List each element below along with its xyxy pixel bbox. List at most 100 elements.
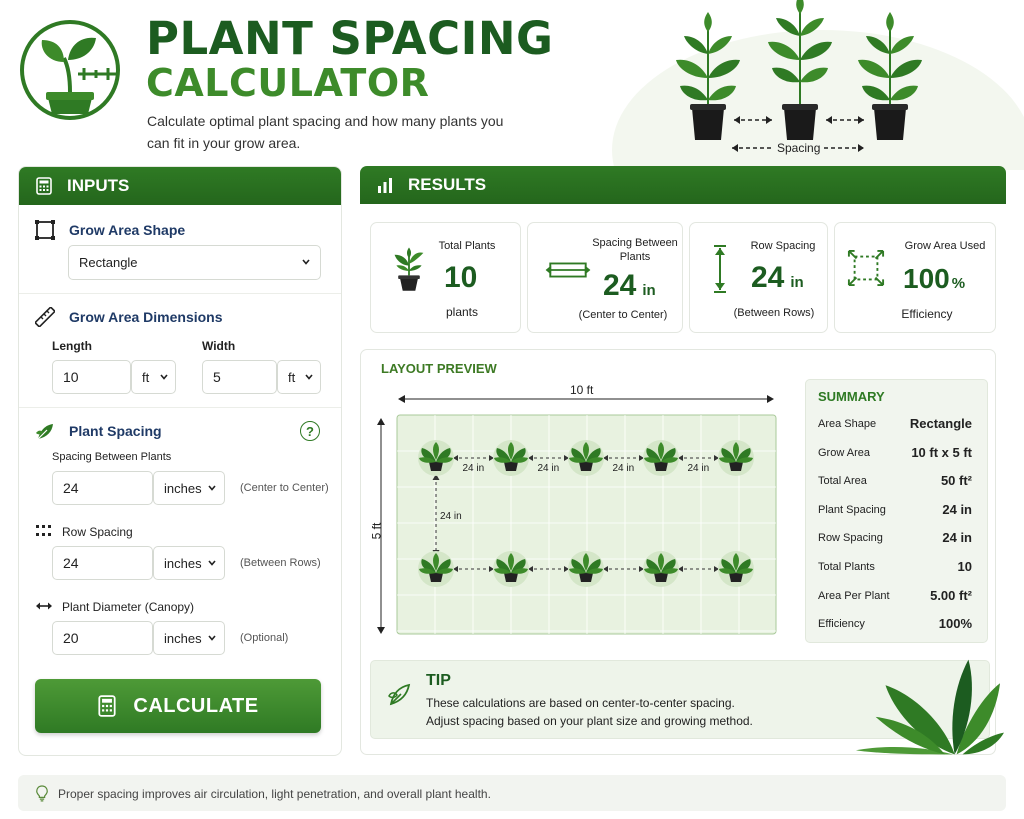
diameter-input[interactable]: 20: [52, 621, 153, 655]
layout-preview-diagram: [377, 395, 777, 635]
shape-select[interactable]: Rectangle: [68, 245, 321, 280]
dimensions-label: Grow Area Dimensions: [69, 309, 223, 325]
layout-spacing-label: 24 in: [612, 463, 635, 474]
summary-row-label: Grow Area: [818, 446, 870, 459]
area-used-card-number: 100: [903, 263, 950, 294]
row-spacing-card: Row Spacing 24 in (Between Rows): [689, 222, 828, 333]
spacing-card-value: 24 in: [603, 269, 656, 303]
row-spacing-card-sub: (Between Rows): [733, 307, 815, 319]
horizontal-arrow-icon: [545, 262, 591, 278]
dimensions-section-title: Grow Area Dimensions: [35, 307, 223, 327]
area-used-card: Grow Area Used 100% Efficiency: [834, 222, 996, 333]
area-expand-icon: [847, 249, 885, 287]
summary-row-value: 10: [957, 559, 972, 574]
layout-plant: [718, 551, 754, 587]
logo-icon: [20, 20, 120, 120]
shape-section-title: Grow Area Shape: [35, 220, 185, 240]
area-used-card-title: Grow Area Used: [904, 240, 986, 252]
tip-title: TIP: [426, 672, 451, 689]
ruler-icon: [35, 307, 55, 327]
results-panel-title: RESULTS: [408, 175, 487, 194]
length-label: Length: [52, 339, 92, 353]
calculator-icon: [98, 695, 116, 717]
divider: [19, 293, 341, 294]
leaf-icon: [36, 424, 53, 440]
chevron-down-icon: [305, 374, 313, 380]
total-plants-card: Total Plants 10 plants: [370, 222, 521, 333]
chevron-down-icon: [302, 259, 310, 265]
spacing-label: Plant Spacing: [69, 423, 162, 439]
between-plants-hint: (Center to Center): [240, 482, 329, 494]
chevron-down-icon: [208, 560, 216, 566]
inputs-panel-header: INPUTS: [19, 167, 341, 205]
summary-row-label: Plant Spacing: [818, 503, 886, 516]
layout-spacing-label: 24 in: [462, 463, 485, 474]
between-plants-label: Spacing Between Plants: [52, 451, 172, 463]
page-subtitle: Calculate optimal plant spacing and how …: [147, 113, 504, 151]
help-icon[interactable]: ?: [300, 421, 320, 441]
width-unit-select[interactable]: ft: [277, 360, 321, 394]
length-unit-value: ft: [142, 369, 150, 385]
leaves-decoration: [855, 659, 1004, 755]
calculate-button[interactable]: CALCULATE: [35, 679, 321, 733]
total-plants-title: Total Plants: [438, 240, 496, 252]
spacing-section-title: Plant Spacing: [35, 421, 162, 441]
width-unit-value: ft: [288, 369, 296, 385]
between-plants-unit-value: inches: [164, 480, 202, 496]
shape-label: Grow Area Shape: [69, 222, 186, 238]
footer-text: Proper spacing improves air circulation,…: [58, 787, 491, 801]
area-used-card-value: 100%: [903, 263, 965, 295]
potted-plant-icon: [394, 247, 424, 291]
summary-row-label: Total Area: [818, 475, 867, 488]
hero-spacing-label: Spacing: [777, 141, 821, 155]
row-spacing-input[interactable]: 24: [52, 546, 153, 580]
row-spacing-icon: [36, 525, 51, 536]
summary-row-value: Rectangle: [909, 416, 972, 431]
row-spacing-unit-select[interactable]: inches: [153, 546, 225, 580]
length-unit-select[interactable]: ft: [131, 360, 176, 394]
chevron-down-icon: [208, 635, 216, 641]
calculator-icon: [36, 177, 52, 195]
layout-spacing-label: 24 in: [687, 463, 710, 474]
length-input[interactable]: 10: [52, 360, 131, 394]
row-spacing-card-unit: in: [790, 274, 804, 291]
diameter-unit-value: inches: [164, 630, 202, 646]
bar-chart-icon: [378, 178, 392, 193]
chevron-down-icon: [208, 485, 216, 491]
vertical-arrow-icon: [714, 245, 726, 293]
spacing-card-sub: (Center to Center): [578, 309, 668, 321]
layout-preview-title: LAYOUT PREVIEW: [381, 361, 497, 376]
between-plants-unit-select[interactable]: inches: [153, 471, 225, 505]
between-plants-input[interactable]: 24: [52, 471, 153, 505]
area-used-card-unit: %: [951, 275, 966, 292]
layout-height-label: 5 ft: [369, 522, 384, 540]
lightbulb-icon: [36, 785, 48, 802]
layout-plant: [418, 440, 454, 476]
help-glyph: ?: [306, 423, 314, 439]
layout-row-spacing-label: 24 in: [440, 511, 462, 522]
summary-title: SUMMARY: [818, 389, 885, 404]
results-panel-header: RESULTS: [360, 166, 1006, 204]
layout-plant: [493, 551, 529, 587]
page-title-secondary: CALCULATOR: [146, 61, 430, 105]
leaf-icon: [388, 683, 411, 706]
layout-plant: [493, 440, 529, 476]
width-label: Width: [202, 339, 236, 353]
layout-plant: [643, 551, 679, 587]
summary-row-value: 50 ft²: [940, 473, 972, 489]
width-input[interactable]: 5: [202, 360, 277, 394]
total-plants-number: 10: [444, 261, 478, 294]
summary-row-label: Total Plants: [818, 561, 875, 573]
summary-row-value: 5.00 ft²: [930, 587, 972, 603]
row-spacing-label: Row Spacing: [62, 525, 133, 539]
inputs-panel-title: INPUTS: [67, 176, 130, 195]
tip-line-1: These calculations are based on center-t…: [426, 696, 735, 710]
divider: [19, 407, 341, 408]
area-used-card-sub: Efficiency: [901, 307, 953, 321]
diameter-label: Plant Diameter (Canopy): [62, 600, 195, 614]
layout-plant: [568, 551, 604, 587]
row-spacing-card-value: 24 in: [751, 261, 804, 295]
spacing-card: Spacing Between Plants 24 in (Center to C…: [527, 222, 683, 333]
diameter-unit-select[interactable]: inches: [153, 621, 225, 655]
chevron-down-icon: [160, 374, 168, 380]
